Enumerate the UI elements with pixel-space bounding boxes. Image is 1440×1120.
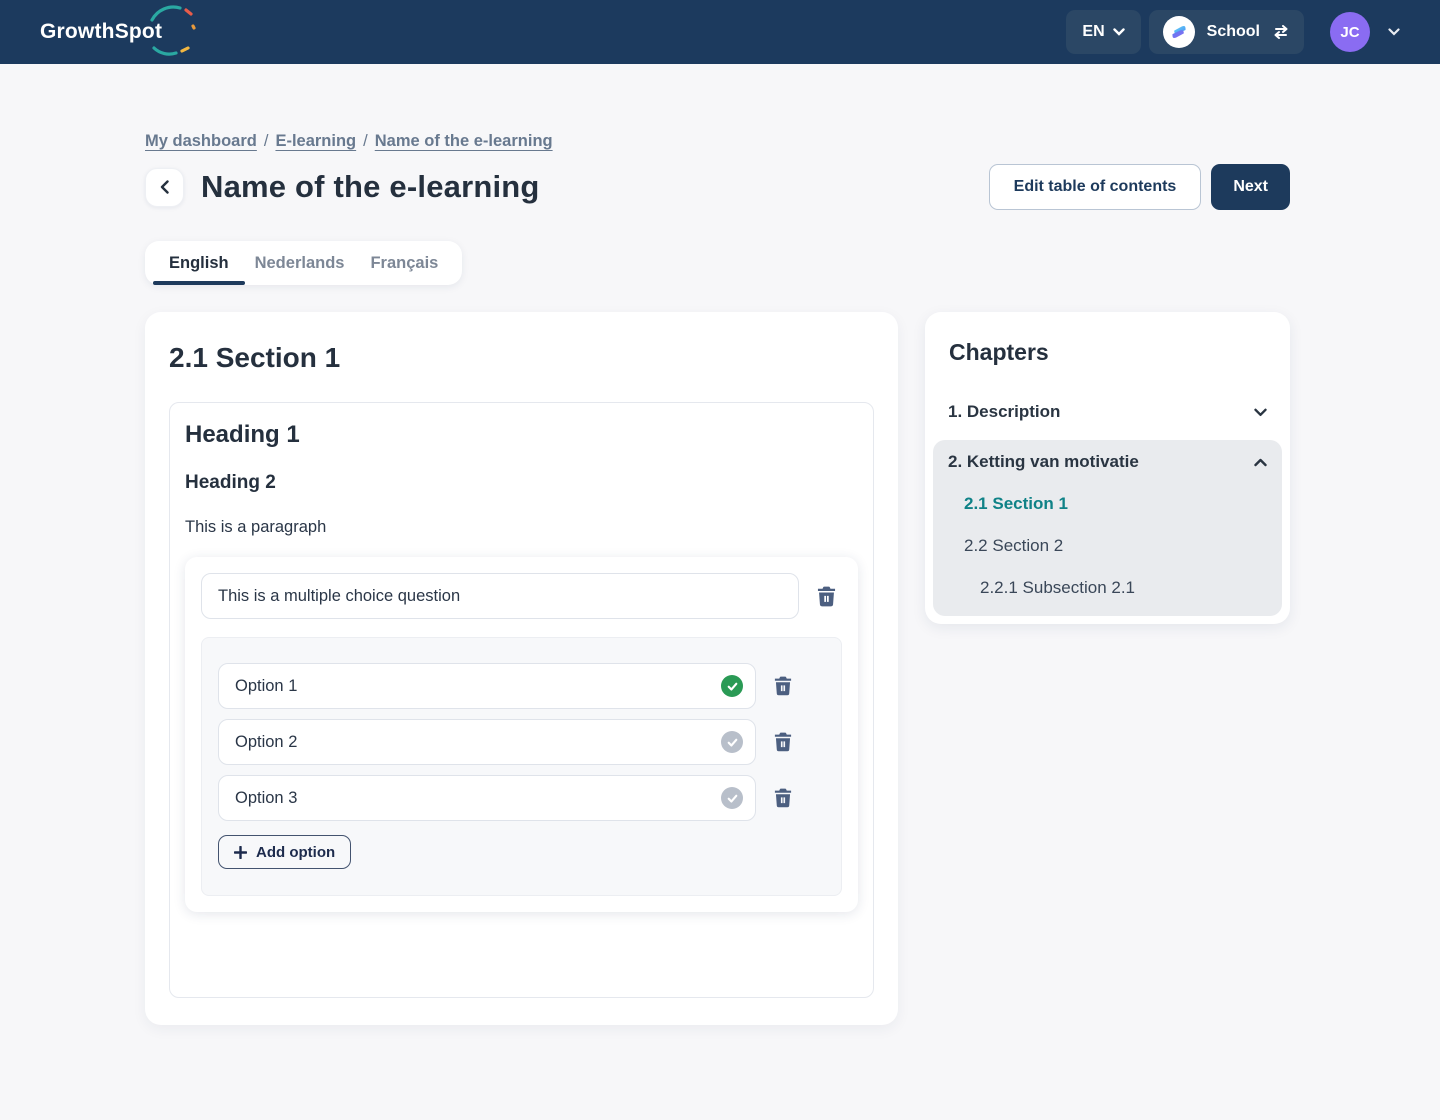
check-icon [726, 792, 739, 805]
tab-nederlands[interactable]: Nederlands [242, 241, 358, 285]
option-row [218, 719, 825, 765]
question-text-input[interactable] [201, 573, 799, 619]
chevron-up-icon [1254, 458, 1267, 467]
chapter-label: 1. Description [948, 402, 1060, 422]
correct-answer-toggle[interactable] [721, 787, 743, 809]
breadcrumb-link-elearning[interactable]: E-learning [275, 132, 356, 150]
delete-option-button[interactable] [770, 728, 796, 756]
breadcrumb-link-dashboard[interactable]: My dashboard [145, 132, 257, 150]
school-logo-icon [1163, 16, 1195, 48]
multiple-choice-question-block: Add option [185, 557, 858, 912]
correct-answer-toggle[interactable] [721, 675, 743, 697]
back-button[interactable] [145, 168, 184, 207]
chevron-down-icon [1113, 28, 1125, 36]
content-heading-2: Heading 2 [185, 472, 858, 494]
content-heading-1: Heading 1 [185, 421, 858, 449]
top-navbar: GrowthSpot EN [0, 0, 1440, 64]
tab-francais[interactable]: Français [357, 241, 451, 285]
option-1-input[interactable] [218, 663, 756, 709]
navbar-right-cluster: EN [1066, 10, 1400, 54]
next-button[interactable]: Next [1211, 164, 1290, 210]
brand-logo[interactable]: GrowthSpot [40, 0, 162, 64]
chevron-down-icon [1388, 28, 1400, 36]
trash-icon [774, 788, 792, 808]
option-input-wrap [218, 775, 756, 821]
breadcrumb-link-current[interactable]: Name of the e-learning [375, 132, 553, 150]
breadcrumb: My dashboard / E-learning / Name of the e-le… [145, 132, 1290, 151]
language-selector[interactable]: EN [1066, 10, 1140, 54]
school-switcher[interactable]: School [1149, 10, 1304, 54]
question-row [201, 573, 842, 619]
chapter-list: 1. Description 2. Ketting van motivatie [933, 390, 1282, 616]
chapters-sidebar: Chapters 1. Description [925, 312, 1290, 624]
brand-name: GrowthSpot [40, 20, 162, 44]
trash-icon [774, 732, 792, 752]
option-2-input[interactable] [218, 719, 756, 765]
add-option-label: Add option [256, 844, 335, 861]
option-input-wrap [218, 663, 756, 709]
delete-question-button[interactable] [813, 582, 840, 611]
breadcrumb-separator: / [264, 132, 269, 150]
school-label: School [1207, 23, 1260, 41]
chapter-children: 2.1 Section 1 2.2 Section 2 2.2.1 Subsec… [948, 494, 1267, 598]
page-title: Name of the e-learning [201, 169, 540, 205]
option-3-input[interactable] [218, 775, 756, 821]
plus-icon [234, 846, 247, 859]
user-menu[interactable]: JC [1330, 12, 1400, 52]
language-label: EN [1082, 23, 1104, 41]
option-row [218, 663, 825, 709]
chapter-item-ketting[interactable]: 2. Ketting van motivatie [948, 452, 1267, 472]
check-icon [726, 680, 739, 693]
add-option-button[interactable]: Add option [218, 835, 351, 869]
edit-toc-button[interactable]: Edit table of contents [989, 164, 1202, 210]
correct-answer-toggle[interactable] [721, 731, 743, 753]
language-tabs: English Nederlands Français [145, 241, 462, 285]
chevron-left-icon [160, 180, 169, 194]
section-editor-card: 2.1 Section 1 Heading 1 Heading 2 This i… [145, 312, 898, 1025]
trash-icon [817, 586, 836, 607]
chapter-child-section-2-1[interactable]: 2.1 Section 1 [948, 494, 1267, 514]
options-container: Add option [201, 637, 842, 896]
breadcrumb-separator: / [363, 132, 368, 150]
chapter-child-section-2-2[interactable]: 2.2 Section 2 [948, 536, 1267, 556]
chapter-group-ketting: 2. Ketting van motivatie 2.1 Section 1 2… [933, 440, 1282, 616]
chapters-title: Chapters [949, 339, 1282, 366]
content-paragraph: This is a paragraph [185, 518, 858, 537]
tab-english[interactable]: English [156, 241, 242, 285]
chapter-label: 2. Ketting van motivatie [948, 452, 1139, 472]
user-avatar: JC [1330, 12, 1370, 52]
chapter-child-subsection-2-2-1[interactable]: 2.2.1 Subsection 2.1 [948, 578, 1267, 598]
header-actions: Edit table of contents Next [989, 164, 1290, 210]
switch-school-icon [1272, 25, 1290, 39]
trash-icon [774, 676, 792, 696]
delete-option-button[interactable] [770, 784, 796, 812]
chapter-item-description[interactable]: 1. Description [948, 402, 1267, 422]
option-row [218, 775, 825, 821]
chapter-group-description: 1. Description [933, 390, 1282, 434]
section-content-card: Heading 1 Heading 2 This is a paragraph [169, 402, 874, 998]
page-header: Name of the e-learning Edit table of con… [145, 164, 1290, 210]
check-icon [726, 736, 739, 749]
option-input-wrap [218, 719, 756, 765]
page-content: My dashboard / E-learning / Name of the e-le… [0, 64, 1440, 1025]
delete-option-button[interactable] [770, 672, 796, 700]
section-title: 2.1 Section 1 [169, 342, 874, 374]
chevron-down-icon [1254, 408, 1267, 417]
